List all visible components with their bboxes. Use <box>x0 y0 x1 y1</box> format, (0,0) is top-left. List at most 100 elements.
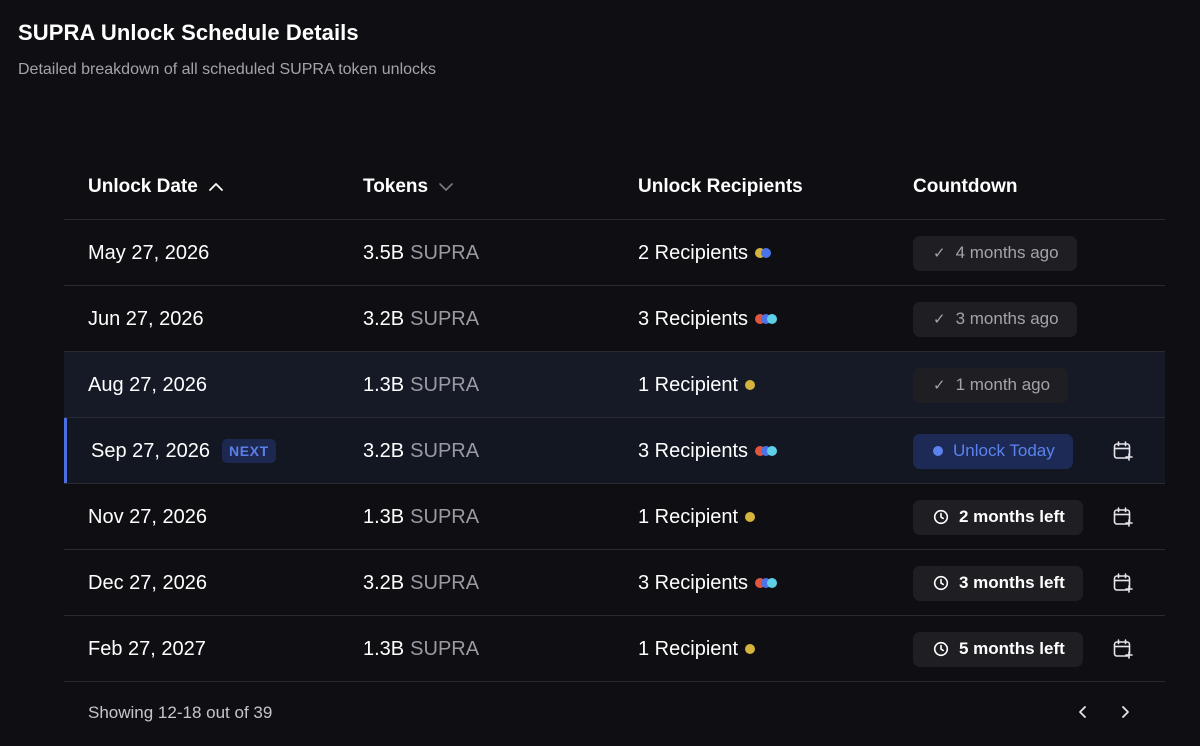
pagination-controls <box>1073 702 1135 722</box>
recipients-cell[interactable]: 3 Recipients <box>638 550 778 616</box>
calendar-add-icon <box>1113 441 1133 461</box>
token-unit: SUPRA <box>410 241 480 264</box>
countdown-cell: 5 months left <box>913 616 1083 682</box>
unlock-date: Sep 27, 2026 <box>91 439 210 462</box>
tokens-cell: 3.5B SUPRA <box>363 220 479 286</box>
token-unit: SUPRA <box>410 373 480 396</box>
recipient-dots <box>755 314 778 324</box>
unlock-date-cell: Jun 27, 2026 <box>88 286 204 352</box>
column-header-label: Tokens <box>363 176 429 197</box>
table-row[interactable]: Feb 27, 2027 1.3B SUPRA 1 Recipient 5 months… <box>64 616 1165 682</box>
recipient-dots <box>745 644 756 654</box>
recipients-count: 1 Recipient <box>638 505 739 528</box>
page: SUPRA Unlock Schedule Details Detailed b… <box>0 0 1200 746</box>
recipients-count: 3 Recipients <box>638 439 749 462</box>
tokens-cell: 1.3B SUPRA <box>363 484 479 550</box>
countdown-cell: Unlock Today <box>913 418 1073 484</box>
recipients-cell[interactable]: 2 Recipients <box>638 220 772 286</box>
token-unit: SUPRA <box>410 307 480 330</box>
calendar-add-icon <box>1113 573 1133 593</box>
recipient-dot <box>767 446 778 456</box>
recipients-cell[interactable]: 3 Recipients <box>638 286 778 352</box>
column-header-label: Countdown <box>913 176 1018 197</box>
token-amount: 3.5B <box>363 241 405 264</box>
recipient-dots <box>755 578 778 588</box>
column-header-unlock-date[interactable]: Unlock Date <box>88 176 225 198</box>
token-amount: 3.2B <box>363 439 405 462</box>
table-row[interactable]: Aug 27, 2026 1.3B SUPRA 1 Recipient ✓ 1 month… <box>64 352 1165 418</box>
token-unit: SUPRA <box>410 439 480 462</box>
unlock-date-cell: Feb 27, 2027 <box>88 616 206 682</box>
clock-icon <box>933 641 949 657</box>
countdown-text: 3 months ago <box>955 309 1059 328</box>
recipients-count: 2 Recipients <box>638 241 749 264</box>
countdown-pill: ✓ 3 months ago <box>913 301 1077 337</box>
unlock-date: Aug 27, 2026 <box>88 373 207 396</box>
recipient-dot <box>767 578 778 588</box>
token-amount: 3.2B <box>363 571 405 594</box>
recipients-cell[interactable]: 1 Recipient <box>638 352 756 418</box>
calendar-add-icon <box>1113 639 1133 659</box>
pagination-summary: Showing 12-18 out of 39 <box>88 703 273 722</box>
countdown-pill: 5 months left <box>913 631 1083 667</box>
add-to-calendar-button[interactable] <box>1112 550 1134 616</box>
countdown-cell: ✓ 1 month ago <box>913 352 1069 418</box>
column-header-label: Unlock Recipients <box>638 176 803 197</box>
countdown-pill: 3 months left <box>913 565 1083 601</box>
recipient-dots <box>755 248 772 258</box>
clock-icon <box>933 509 949 525</box>
countdown-text: 3 months left <box>959 573 1065 592</box>
token-unit: SUPRA <box>410 571 480 594</box>
token-amount: 1.3B <box>363 637 405 660</box>
unlock-date: May 27, 2026 <box>88 241 210 264</box>
chevron-right-icon <box>1122 706 1129 718</box>
recipient-dot <box>761 248 772 258</box>
table-row[interactable]: May 27, 2026 3.5B SUPRA 2 Recipients ✓ 4 mont… <box>64 220 1165 286</box>
chevron-left-icon <box>1079 706 1086 718</box>
recipient-dot <box>745 644 756 654</box>
table-header: Unlock Date Tokens Unlock Recipients Cou… <box>64 154 1165 220</box>
recipient-dot <box>745 512 756 522</box>
recipients-cell[interactable]: 1 Recipient <box>638 484 756 550</box>
tokens-cell: 3.2B SUPRA <box>363 418 479 484</box>
countdown-cell: 2 months left <box>913 484 1083 550</box>
recipients-count: 1 Recipient <box>638 637 739 660</box>
unlock-date-cell: Sep 27, 2026 NEXT <box>91 418 276 484</box>
recipient-dots <box>755 446 778 456</box>
add-to-calendar-button[interactable] <box>1112 418 1134 484</box>
unlock-date-cell: Nov 27, 2026 <box>88 484 207 550</box>
token-amount: 1.3B <box>363 505 405 528</box>
status-dot-icon <box>933 446 943 456</box>
countdown-pill: Unlock Today <box>913 433 1073 469</box>
table-body: May 27, 2026 3.5B SUPRA 2 Recipients ✓ 4 mont… <box>64 220 1165 682</box>
token-unit: SUPRA <box>410 505 480 528</box>
checkmark-icon: ✓ <box>933 311 946 328</box>
table-row[interactable]: Dec 27, 2026 3.2B SUPRA 3 Recipients 3 month… <box>64 550 1165 616</box>
checkmark-icon: ✓ <box>933 245 946 262</box>
next-page-button[interactable] <box>1115 702 1135 722</box>
countdown-pill: ✓ 4 months ago <box>913 235 1077 271</box>
recipients-cell[interactable]: 1 Recipient <box>638 616 756 682</box>
column-header-tokens[interactable]: Tokens <box>363 176 455 198</box>
table-row[interactable]: Jun 27, 2026 3.2B SUPRA 3 Recipients ✓ 3 mont… <box>64 286 1165 352</box>
table-row[interactable]: Nov 27, 2026 1.3B SUPRA 1 Recipient 2 months… <box>64 484 1165 550</box>
previous-page-button[interactable] <box>1073 702 1093 722</box>
unlock-date: Nov 27, 2026 <box>88 505 207 528</box>
countdown-cell: 3 months left <box>913 550 1083 616</box>
recipients-count: 3 Recipients <box>638 571 749 594</box>
calendar-add-icon <box>1113 507 1133 527</box>
add-to-calendar-button[interactable] <box>1112 484 1134 550</box>
unlock-schedule-table: Unlock Date Tokens Unlock Recipients Cou… <box>64 154 1165 682</box>
tokens-cell: 3.2B SUPRA <box>363 550 479 616</box>
countdown-pill: 2 months left <box>913 499 1083 535</box>
tokens-cell: 1.3B SUPRA <box>363 352 479 418</box>
recipient-dot <box>745 380 756 390</box>
countdown-cell: ✓ 3 months ago <box>913 286 1077 352</box>
page-title: SUPRA Unlock Schedule Details <box>18 20 359 45</box>
unlock-date-cell: May 27, 2026 <box>88 220 209 286</box>
table-row[interactable]: Sep 27, 2026 NEXT 3.2B SUPRA 3 Recipients Unl… <box>64 418 1165 484</box>
countdown-text: Unlock Today <box>953 441 1055 460</box>
unlock-date: Jun 27, 2026 <box>88 307 204 330</box>
recipients-cell[interactable]: 3 Recipients <box>638 418 778 484</box>
add-to-calendar-button[interactable] <box>1112 616 1134 682</box>
